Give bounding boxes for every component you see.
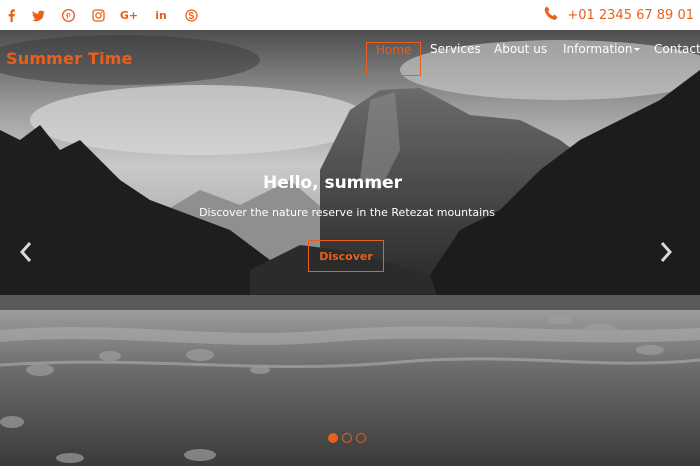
hero-slider: Summer Time Home Services About us Infor… [0,30,700,466]
hero-subtitle: Discover the nature reserve in the Retez… [199,206,495,219]
nav-item-information-label: Information [563,42,633,56]
phone-contact[interactable]: +01 2345 67 89 01 [544,0,694,30]
google-plus-icon[interactable]: G+ [120,6,138,24]
twitter-icon[interactable] [29,6,47,24]
nav-item-contact[interactable]: Contact [654,42,700,76]
phone-number: +01 2345 67 89 01 [567,7,694,23]
nav-item-home[interactable]: Home [366,42,422,76]
slide-dot-2[interactable] [342,433,352,443]
slide-dot-3[interactable] [356,433,366,443]
nav-item-about-us[interactable]: About us [494,42,547,76]
pinterest-icon[interactable] [59,6,77,24]
linkedin-icon[interactable]: in [152,6,170,24]
instagram-icon[interactable] [89,6,107,24]
chevron-down-icon [634,48,641,51]
phone-icon [544,6,558,24]
discover-button[interactable]: Discover [308,240,384,272]
nav-item-information[interactable]: Information [563,42,641,76]
top-bar: G+ in +01 2345 67 89 01 [0,0,700,30]
slide-dot-1[interactable] [328,433,338,443]
facebook-icon[interactable] [2,6,20,24]
nav-item-services[interactable]: Services [430,42,481,76]
hero-title: Hello, summer [262,173,403,193]
slider-prev-arrow-icon[interactable] [18,240,34,264]
slider-next-arrow-icon[interactable] [658,240,674,264]
brand-logo[interactable]: Summer Time [6,49,133,68]
slider-pagination [328,433,366,443]
skype-icon[interactable] [182,6,200,24]
